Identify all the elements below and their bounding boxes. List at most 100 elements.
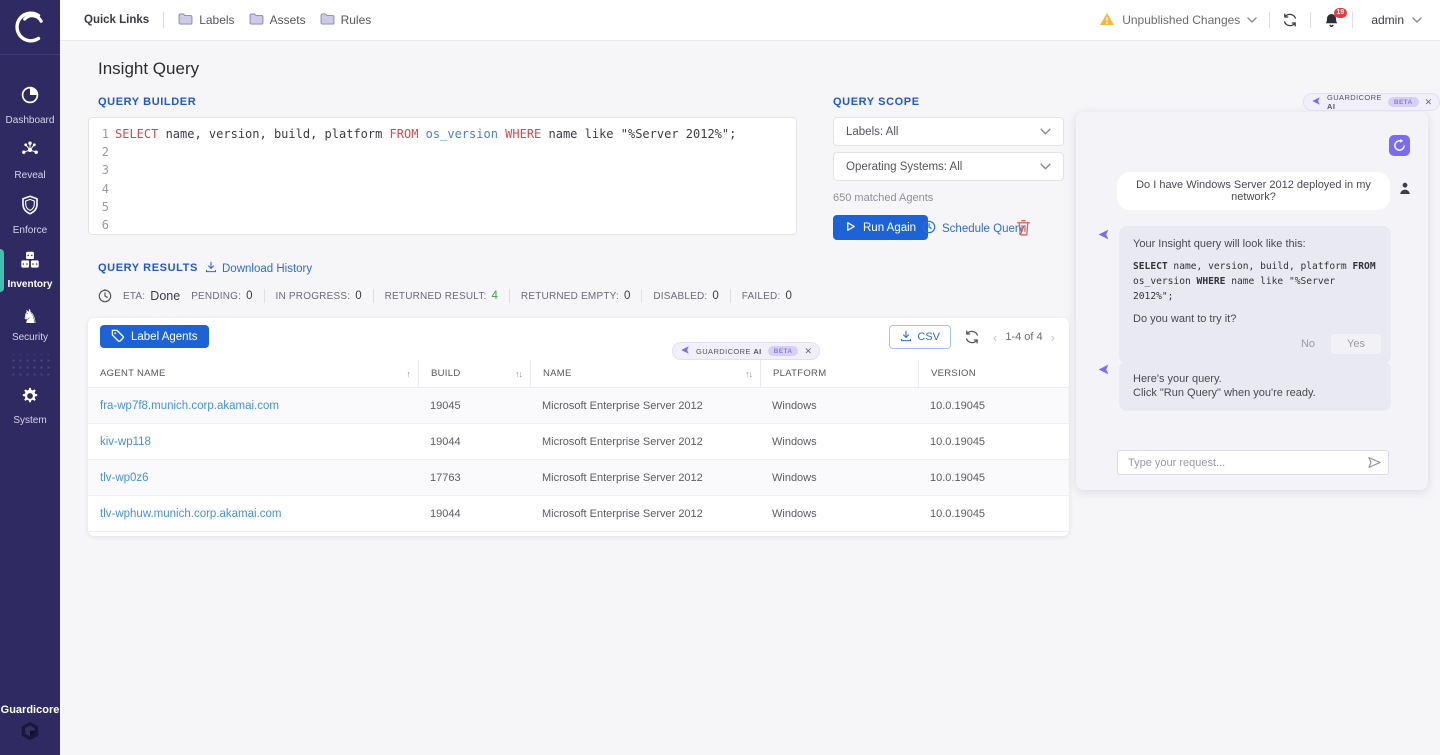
sidebar-item-system[interactable]: System <box>0 379 60 434</box>
delete-query-icon[interactable] <box>1016 219 1031 241</box>
agent-link[interactable]: tlv-wphuw.munich.corp.akamai.com <box>88 508 418 520</box>
sidebar-item-dashboard[interactable]: Dashboard <box>0 78 60 133</box>
divider <box>1352 12 1353 28</box>
unpublished-changes-button[interactable]: Unpublished Changes <box>1099 12 1257 29</box>
user-message-row: Do I have Windows Server 2012 deployed i… <box>1117 172 1411 210</box>
yes-button[interactable]: Yes <box>1331 334 1381 354</box>
table-row: tlv-wphuw.munich.corp.akamai.com 19044 M… <box>88 496 1069 532</box>
close-icon[interactable]: ✕ <box>804 347 812 356</box>
stat-returned-empty: RETURNED EMPTY:0 <box>521 290 630 302</box>
nav-assets-text: Assets <box>270 13 306 27</box>
close-icon[interactable]: ✕ <box>1425 98 1433 107</box>
page-title: Insight Query <box>98 59 199 79</box>
refresh-table-icon[interactable] <box>964 329 980 345</box>
results-table-card: Label Agents GUARDICORE AI BETA ✕ CSV ‹ … <box>88 318 1069 536</box>
sidebar-item-enforce[interactable]: Enforce <box>0 188 60 243</box>
clock-icon <box>98 289 112 303</box>
divider <box>163 12 164 28</box>
prev-page-icon[interactable]: ‹ <box>993 331 997 344</box>
folder-icon <box>178 13 193 28</box>
topbar: Quick Links Labels Assets Rules Unpublis… <box>60 0 1440 41</box>
ai-message-row: Here's your query. Click "Run Query" whe… <box>1097 361 1391 411</box>
nav-rules[interactable]: Rules <box>320 13 372 28</box>
download-history-link[interactable]: Download History <box>205 261 312 276</box>
os-filter-dropdown[interactable]: Operating Systems: All <box>833 152 1064 181</box>
col-agent-name: AGENT NAME↑ <box>88 360 418 387</box>
refresh-icon[interactable] <box>1282 12 1298 28</box>
chevron-down-icon <box>1412 17 1422 23</box>
sidebar-item-inventory[interactable]: Inventory <box>0 243 60 298</box>
dashboard-icon <box>20 85 40 110</box>
restart-chat-button[interactable] <box>1389 135 1410 156</box>
nav-rules-text: Rules <box>341 13 372 27</box>
guardicore-logo <box>19 729 41 746</box>
download-icon <box>900 330 912 345</box>
guardicore-ai-chip[interactable]: GUARDICORE AI BETA ✕ <box>672 342 820 360</box>
dotted-divider <box>8 354 52 378</box>
chat-input-wrap <box>1117 450 1389 475</box>
chevron-down-icon <box>1040 128 1051 135</box>
shield-icon <box>21 195 39 220</box>
guardicore-wordmark: Guardicore <box>0 704 60 716</box>
run-again-button[interactable]: Run Again <box>833 215 928 240</box>
stat-eta: ETA:Done <box>123 289 180 303</box>
schedule-query-link[interactable]: Schedule Query <box>922 220 1024 237</box>
agent-link[interactable]: fra-wp7f8.munich.corp.akamai.com <box>88 400 418 412</box>
akamai-logo[interactable] <box>0 0 60 55</box>
unpublished-changes-label: Unpublished Changes <box>1122 13 1240 27</box>
chevron-down-icon <box>1247 17 1257 23</box>
warning-icon <box>1099 12 1115 29</box>
col-version: VERSION <box>918 360 1069 387</box>
query-editor[interactable]: 1 SELECT name, version, build, platform … <box>88 117 797 235</box>
username-label: admin <box>1371 13 1404 27</box>
knight-icon: ♞ <box>21 308 38 327</box>
sidebar-item-security[interactable]: ♞ Security <box>0 298 60 353</box>
agent-link[interactable]: tlv-wp0z6 <box>88 472 418 484</box>
ai-triangle-icon <box>680 342 690 360</box>
agent-link[interactable]: kiv-wp118 <box>88 436 418 448</box>
label-agents-button[interactable]: Label Agents <box>100 325 209 348</box>
ai-message-question: Do you want to try it? <box>1133 312 1381 326</box>
stat-in-progress: IN PROGRESS:0 <box>276 290 362 302</box>
beta-badge: BETA <box>768 346 799 356</box>
guardicore-ai-chip[interactable]: GUARDICORE AI BETA ✕ <box>1303 93 1440 111</box>
sort-icon[interactable]: ↑↓ <box>745 369 752 379</box>
chat-input[interactable] <box>1117 450 1389 475</box>
folder-icon <box>320 13 335 28</box>
next-page-icon[interactable]: › <box>1051 331 1055 344</box>
labels-filter-dropdown[interactable]: Labels: All <box>833 117 1064 146</box>
nav-assets[interactable]: Assets <box>249 13 306 28</box>
notification-count-badge: 19 <box>1334 8 1348 18</box>
query-builder-heading: QUERY BUILDER <box>98 96 196 108</box>
stat-failed: FAILED:0 <box>742 290 792 302</box>
quick-links-label: Quick Links <box>84 14 149 26</box>
code-line: 1 SELECT name, version, build, platform … <box>99 125 786 143</box>
ai-message-bubble: Here's your query. Click "Run Query" whe… <box>1119 361 1391 411</box>
stat-returned-result: RETURNED RESULT:4 <box>385 290 498 302</box>
sidebar: Dashboard Reveal Enforce Inventory ♞ Sec… <box>0 0 60 755</box>
col-name: NAME↑↓ <box>530 360 760 387</box>
query-scope-heading: QUERY SCOPE <box>833 96 920 108</box>
results-status-bar: ETA:Done PENDING:0 IN PROGRESS:0 RETURNE… <box>98 289 792 303</box>
nav-labels[interactable]: Labels <box>178 13 234 28</box>
ai-avatar-icon <box>1097 228 1110 246</box>
col-platform: PLATFORM <box>760 360 918 387</box>
sort-icon[interactable]: ↑↓ <box>515 369 522 379</box>
user-menu[interactable]: admin <box>1371 13 1422 27</box>
table-row: fra-wp7f8.munich.corp.akamai.com 19045 M… <box>88 388 1069 424</box>
play-icon <box>845 221 856 235</box>
query-results-heading: QUERY RESULTS <box>98 262 198 274</box>
export-csv-button[interactable]: CSV <box>889 325 951 349</box>
ai-message-row: Your Insight query will look like this: … <box>1097 226 1391 364</box>
gear-icon <box>21 387 39 410</box>
send-icon[interactable] <box>1367 456 1382 469</box>
notifications-bell-icon[interactable]: 19 <box>1323 12 1340 29</box>
nav-labels-text: Labels <box>199 13 234 27</box>
sidebar-item-reveal[interactable]: Reveal <box>0 133 60 188</box>
folder-icon <box>249 13 264 28</box>
no-button[interactable]: No <box>1291 335 1325 353</box>
ai-triangle-icon <box>1311 93 1321 111</box>
chevron-down-icon <box>1040 163 1051 170</box>
sort-asc-icon[interactable]: ↑ <box>407 369 411 379</box>
stat-disabled: DISABLED:0 <box>653 290 718 302</box>
